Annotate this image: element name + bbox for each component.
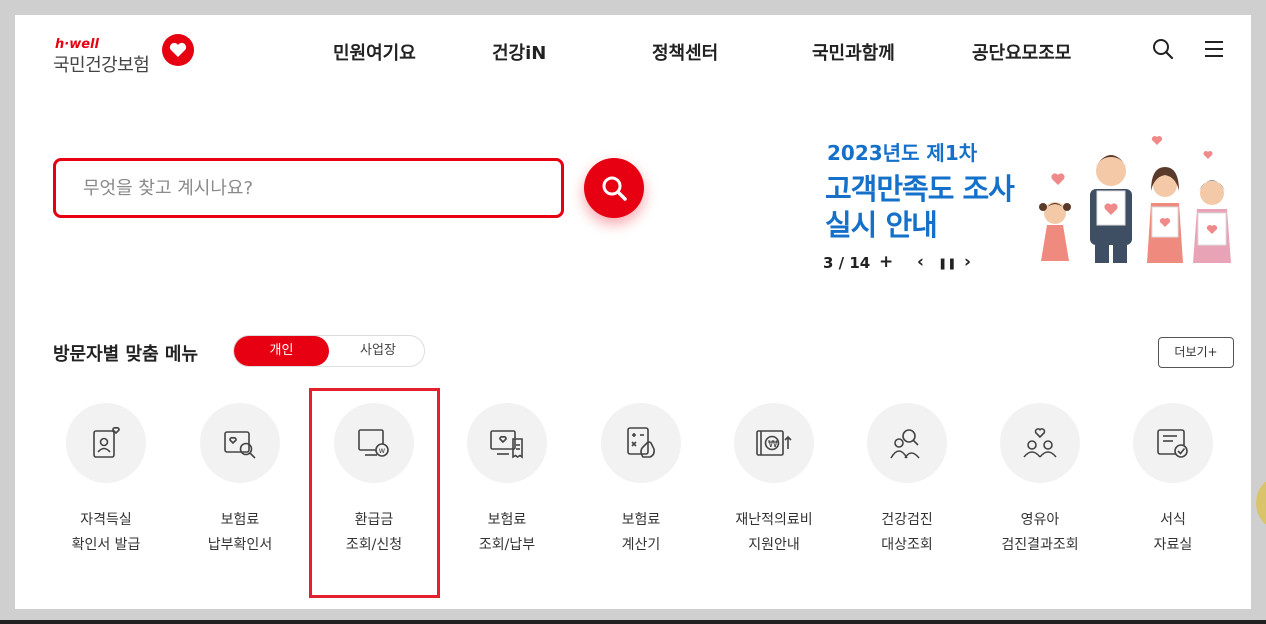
nav-item-civil[interactable]: 민원여기요 [333, 39, 416, 65]
menu-item-qualification[interactable]: 자격득실 확인서 발급 [46, 403, 166, 563]
banner-next-button[interactable]: › [964, 252, 971, 272]
monitor-receipt-icon [467, 403, 547, 483]
menu-item-infant-checkup[interactable]: 영유아 검진결과조회 [980, 403, 1100, 563]
visitor-type-toggle: 개인 사업장 [233, 335, 425, 367]
menu-item-label-2: 자료실 [1153, 537, 1193, 553]
menu-item-label-1: 보험료 [621, 512, 661, 528]
id-card-heart-icon [66, 403, 146, 483]
banner-pause-button[interactable]: ❚❚ [938, 257, 956, 270]
banner-prev-button[interactable]: ‹ [917, 252, 924, 272]
menu-item-disaster-medical[interactable]: ₩ 재난적의료비 지원안내 [714, 403, 834, 563]
menu-item-premium-calculator[interactable]: 보험료 계산기 [581, 403, 701, 563]
menu-item-label-1: 보험료 [487, 512, 527, 528]
search-document-icon [200, 403, 280, 483]
floating-helper-button[interactable] [1256, 478, 1266, 528]
bottom-edge-bar [0, 620, 1266, 624]
toggle-business[interactable]: 사업장 [334, 336, 422, 366]
menu-item-label-2: 대상조회 [881, 537, 933, 553]
banner-line-1[interactable]: 2023년도 제1차 [827, 137, 977, 166]
menu-item-payment-certificate[interactable]: 보험료 납부확인서 [180, 403, 300, 563]
logo-brand-name: 국민건강보험 [53, 55, 150, 76]
calculator-icon [601, 403, 681, 483]
family-illustration[interactable] [1015, 133, 1240, 263]
menu-item-label-2: 납부확인서 [207, 537, 273, 553]
nav-item-with-people[interactable]: 국민과함께 [812, 39, 895, 65]
menu-item-checkup-target[interactable]: 건강검진 대상조회 [847, 403, 967, 563]
logo-hwell-text: h·well [55, 37, 99, 52]
family-heart-icon [1000, 403, 1080, 483]
banner-pager: 3 / 14 [823, 254, 871, 272]
hamburger-menu-icon[interactable] [1202, 37, 1226, 61]
logo-heart-icon [162, 34, 194, 66]
menu-item-label-2: 조회/납부 [478, 537, 536, 553]
menu-item-label-1: 건강검진 [881, 512, 933, 528]
menu-item-label-1: 자격득실 [80, 512, 132, 528]
nav-item-about[interactable]: 공단요모조모 [972, 39, 1071, 65]
menu-item-label-1: 재난적의료비 [735, 512, 813, 528]
search-input[interactable] [56, 161, 561, 215]
main-page: h·well 국민건강보험 민원여기요 건강iN 정책센터 국민과함께 공단요모… [15, 15, 1251, 609]
banner-plus-button[interactable]: + [879, 252, 893, 272]
menu-item-premium-inquiry[interactable]: 보험료 조회/납부 [447, 403, 567, 563]
menu-item-label-2: 지원안내 [748, 537, 800, 553]
more-button[interactable]: 더보기+ [1158, 337, 1234, 368]
disaster-support-icon: ₩ [734, 403, 814, 483]
menu-item-label-2: 확인서 발급 [71, 537, 141, 553]
search-icon[interactable] [1151, 37, 1175, 61]
menu-item-label-2: 검진결과조회 [1001, 537, 1079, 553]
search-button-icon [602, 176, 627, 201]
refund-highlight-box [309, 388, 440, 598]
menu-item-label-1: 보험료 [220, 512, 260, 528]
custom-menu-title: 방문자별 맞춤 메뉴 [53, 344, 199, 365]
search-button[interactable] [584, 158, 644, 218]
search-box [53, 158, 564, 218]
toggle-personal[interactable]: 개인 [234, 336, 329, 366]
menu-item-label-1: 서식 [1160, 512, 1186, 528]
menu-item-label-2: 계산기 [621, 537, 661, 553]
nhis-logo[interactable]: h·well 국민건강보험 [53, 25, 203, 85]
menu-item-label-1: 영유아 [1020, 512, 1060, 528]
menu-item-forms-library[interactable]: 서식 자료실 [1113, 403, 1233, 563]
form-document-icon [1133, 403, 1213, 483]
people-search-icon [867, 403, 947, 483]
banner-line-3[interactable]: 실시 안내 [825, 202, 938, 244]
nav-item-policy[interactable]: 정책센터 [652, 39, 718, 65]
svg-text:₩: ₩ [768, 439, 778, 450]
nav-item-health-in[interactable]: 건강iN [492, 39, 546, 65]
